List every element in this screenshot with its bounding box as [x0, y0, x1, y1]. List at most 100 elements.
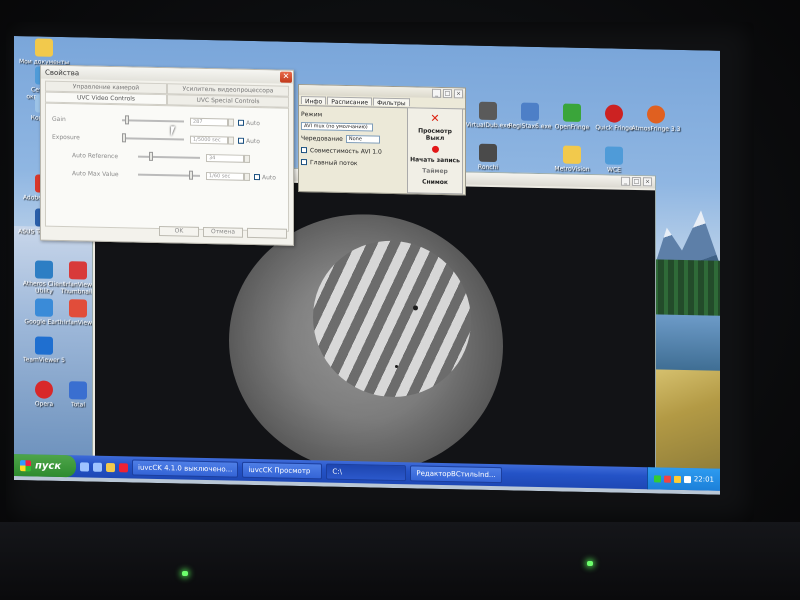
tab-info[interactable]: Инфо — [301, 96, 327, 105]
interleave-label: Чередование — [301, 134, 343, 143]
record-icon — [431, 145, 439, 153]
close-button[interactable]: × — [643, 177, 652, 187]
slider-thumb[interactable] — [189, 170, 193, 180]
tray-network-icon[interactable] — [673, 475, 681, 483]
auto-max-value-value[interactable]: 1/60 sec — [206, 172, 244, 181]
desktop-icon[interactable]: Мои документы — [18, 38, 70, 66]
desktop-icon[interactable]: TeamViewer 5 — [18, 336, 70, 364]
system-tray: 22:01 — [646, 467, 720, 491]
exposure-auto-checkbox[interactable] — [238, 137, 244, 144]
desktop-icon[interactable]: AtmosFringe 3.3 — [630, 105, 682, 133]
auto-reference-row: Auto Reference 34 — [72, 150, 280, 164]
tray-volume-icon[interactable] — [683, 475, 691, 483]
gain-auto-label: Auto — [246, 119, 260, 127]
interleave-select[interactable]: None — [345, 134, 380, 144]
task-button[interactable]: РедакторВСтильInd... — [410, 465, 502, 484]
minimize-button[interactable]: _ — [432, 88, 441, 98]
task-button[interactable]: iuvcCK Просмотр — [242, 461, 323, 480]
slider-thumb[interactable] — [122, 133, 126, 143]
slider-thumb[interactable] — [149, 151, 153, 161]
opera-icon — [35, 380, 53, 399]
snapshot-button[interactable]: Снимок — [422, 179, 448, 187]
folder-icon — [563, 145, 581, 164]
exposure-row: Exposure 1/5000 sec Auto — [52, 132, 280, 147]
desktop-icon[interactable]: Ronchi — [462, 143, 514, 171]
maximize-button[interactable]: □ — [443, 88, 452, 99]
dialog-buttons: OK Отмена — [159, 226, 287, 239]
gain-label: Gain — [52, 115, 66, 123]
avi-compat-checkbox[interactable] — [301, 147, 307, 154]
slider-thumb[interactable] — [125, 115, 129, 125]
gain-slider[interactable] — [122, 115, 184, 125]
dust-speck — [395, 364, 398, 369]
exposure-spinner[interactable] — [228, 136, 234, 145]
dust-speck — [413, 305, 418, 311]
auto-max-auto-checkbox[interactable] — [254, 174, 260, 181]
mode-label: Режим — [301, 110, 323, 118]
openfringe-icon — [563, 103, 581, 122]
start-button[interactable]: пуск — [14, 454, 76, 478]
close-button[interactable]: ✕ — [280, 71, 292, 83]
quicklaunch-opera-icon[interactable] — [119, 462, 128, 472]
capture-settings: Режим AVI mux (по умолчанию) Чередование… — [301, 109, 401, 171]
quicklaunch-folder-icon[interactable] — [106, 462, 115, 472]
apply-button[interactable] — [247, 227, 287, 239]
gain-value[interactable]: 287 — [190, 117, 228, 127]
tab-schedule[interactable]: Расписание — [327, 96, 373, 106]
ok-button[interactable]: OK — [159, 226, 199, 237]
desktop-icon[interactable]: WCE — [588, 146, 640, 174]
main-stream-checkbox[interactable] — [301, 159, 307, 166]
windows-logo-icon — [20, 459, 31, 471]
auto-max-value-slider[interactable] — [138, 170, 200, 180]
auto-reference-label: Auto Reference — [72, 151, 119, 160]
power-led — [182, 571, 188, 576]
tab-filters[interactable]: Фильтры — [373, 97, 410, 107]
auto-max-auto-label: Auto — [262, 173, 276, 181]
task-button[interactable]: C:\ — [326, 463, 407, 482]
maximize-button[interactable]: □ — [632, 176, 641, 187]
auto-reference-slider[interactable] — [138, 151, 200, 161]
tray-antivirus-icon[interactable] — [663, 475, 671, 483]
wallpaper-lake — [648, 314, 720, 376]
teamviewer-icon — [35, 336, 53, 355]
properties-dialog[interactable]: Свойства ✕ Управление камерой Усилитель … — [40, 64, 294, 246]
irfanview-icon — [69, 299, 87, 318]
mode-select[interactable]: AVI mux (по умолчанию) — [301, 122, 373, 132]
auto-reference-value[interactable]: 34 — [206, 154, 244, 163]
quicklaunch-desktop-icon[interactable] — [93, 462, 102, 472]
start-record-button[interactable]: Начать запись — [410, 156, 460, 164]
tray-shield-icon[interactable] — [653, 474, 661, 483]
gain-spinner[interactable] — [228, 118, 234, 127]
auto-max-value-spinner[interactable] — [244, 172, 250, 181]
virtualdub-icon — [479, 101, 497, 121]
preview-toggle-button[interactable]: Просмотр Выкл — [408, 127, 462, 142]
close-button[interactable]: × — [454, 89, 463, 99]
capture-control-panel[interactable]: _ □ × Инфо Расписание Фильтры Режим AVI … — [298, 83, 466, 196]
auto-max-value-label: Auto Max Value — [72, 169, 119, 178]
timer-button[interactable]: Таймер — [422, 168, 448, 176]
quicklaunch-ie-icon[interactable] — [80, 461, 89, 472]
registax-icon — [521, 102, 539, 121]
exposure-slider[interactable] — [122, 133, 184, 143]
properties-title: Свойства — [45, 68, 80, 77]
ronchi-icon — [479, 143, 497, 163]
status-led — [587, 561, 593, 566]
atheros-icon — [35, 260, 53, 279]
main-stream-label: Главный поток — [310, 158, 358, 167]
auto-max-value-row: Auto Max Value 1/60 sec Auto — [72, 168, 280, 182]
preview-off-icon: ✕ — [430, 111, 440, 125]
laptop-screen: Мои документы Сетевое окружение Корзина … — [14, 36, 720, 495]
start-label: пуск — [35, 459, 62, 472]
task-button[interactable]: iuvcCK 4.1.0 выключено... — [132, 459, 239, 478]
folder-icon — [35, 38, 53, 57]
cancel-button[interactable]: Отмена — [203, 226, 243, 238]
exposure-value[interactable]: 1/5000 sec — [190, 135, 228, 145]
wce-icon — [605, 146, 623, 165]
gain-auto-checkbox[interactable] — [238, 119, 244, 126]
google-earth-icon — [35, 298, 53, 317]
irfanview-thumbs-icon — [69, 261, 87, 280]
auto-reference-spinner[interactable] — [244, 154, 250, 163]
minimize-button[interactable]: _ — [621, 176, 630, 186]
clock[interactable]: 22:01 — [694, 475, 714, 483]
wallpaper-trees — [648, 259, 720, 321]
